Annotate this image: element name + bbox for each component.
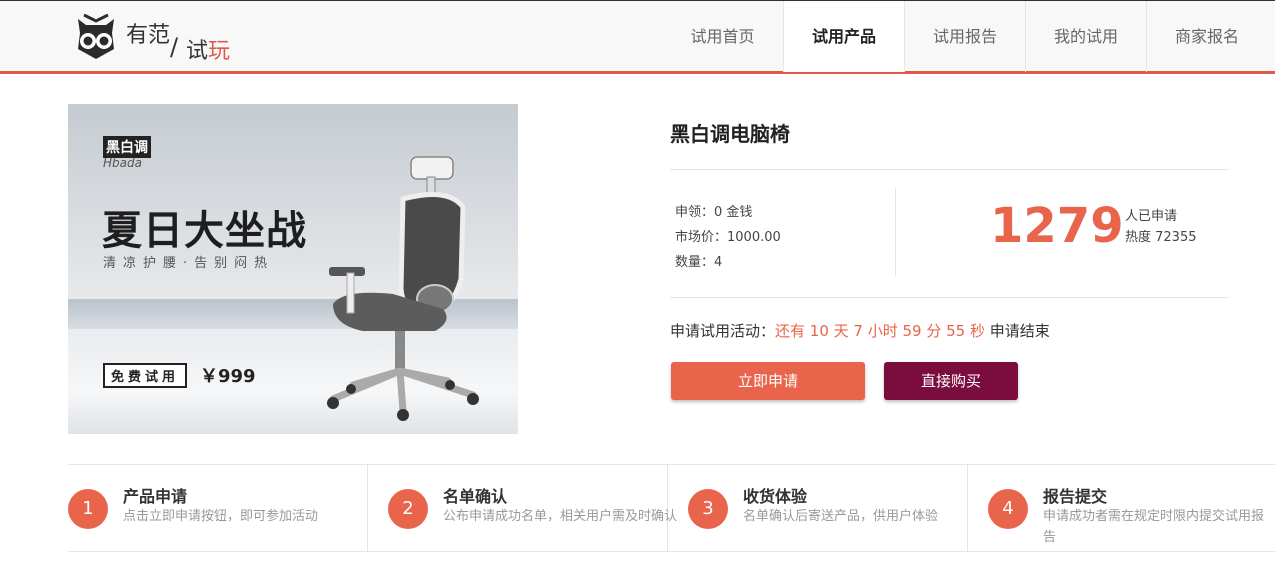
logo-text-1: 有范 [126,23,171,48]
applicants-label: 人已申请 [1125,209,1178,224]
divider [670,297,1229,298]
nav-item-reports[interactable]: 试用报告 [904,1,1025,72]
step-description: 名单确认后寄送产品，供用户体验 [743,509,939,524]
step-title: 收货体验 [743,487,808,506]
brand-name-en: Hbada [103,156,142,170]
site-logo[interactable]: 有范 / 试玩 [74,11,244,64]
step-description: 点击立即申请按钮，即可参加活动 [123,509,319,524]
step-title: 报告提交 [1043,487,1108,506]
count-labels: 人已申请 热度 72355 [1125,206,1197,248]
apply-now-button[interactable]: 立即申请 [671,362,865,400]
office-chair-image [327,156,479,421]
divider [670,169,1229,170]
step-item: 1 产品申请 点击立即申请按钮，即可参加活动 [68,465,368,551]
step-title: 名单确认 [443,487,508,506]
brand-logo: 黑白调 [103,136,151,158]
free-trial-tag: 免费试用 [103,363,188,388]
heat-value: 热度 72355 [1125,230,1197,245]
process-steps: 1 产品申请 点击立即申请按钮，即可参加活动 2 名单确认 公布申请成功名单，相… [68,464,1275,552]
banner-price: ￥999 [200,366,256,387]
site-header: 有范 / 试玩 试用首页 试用产品 试用报告 我的试用 商家报名 [0,0,1275,74]
main-nav: 试用首页 试用产品 试用报告 我的试用 商家报名 [662,1,1267,72]
logo-text-2: 试玩 [186,39,231,64]
countdown-prefix: 申请试用活动： [670,322,776,340]
countdown-timer: 还有 10 天 7 小时 59 分 55 秒 [775,322,985,340]
nav-item-merchant-signup[interactable]: 商家报名 [1146,1,1267,72]
owl-icon [78,13,114,59]
step-description: 公布申请成功名单，相关用户需及时确认 [443,509,678,524]
nav-item-my-trials[interactable]: 我的试用 [1025,1,1146,72]
logo-slash: / [170,33,179,61]
step-number: 3 [688,489,728,529]
step-number: 4 [988,489,1028,529]
buy-now-button[interactable]: 直接购买 [884,362,1018,400]
divider-vertical [895,188,896,276]
countdown-suffix: 申请结束 [984,322,1050,340]
step-number: 1 [68,489,108,529]
market-price: 市场价：1000.00 [675,230,781,245]
step-item: 4 报告提交 申请成功者需在规定时限内提交试用报告 [968,465,1275,551]
step-number: 2 [388,489,428,529]
step-title: 产品申请 [123,487,188,506]
step-description: 申请成功者需在规定时限内提交试用报告 [1043,509,1265,545]
applicant-count: 1279 [990,198,1124,254]
product-stats: 申领：0 金钱 市场价：1000.00 数量：4 [675,200,781,275]
step-item: 3 收货体验 名单确认后寄送产品，供用户体验 [668,465,968,551]
banner-subline: 清凉护腰·告别闷热 [103,256,275,271]
step-item: 2 名单确认 公布申请成功名单，相关用户需及时确认 [368,465,677,551]
apply-cost: 申领：0 金钱 [675,205,753,220]
quantity: 数量：4 [675,255,723,270]
countdown: 申请试用活动：还有 10 天 7 小时 59 分 55 秒 申请结束 [670,320,1050,341]
nav-item-products[interactable]: 试用产品 [783,1,904,72]
nav-item-home[interactable]: 试用首页 [662,1,783,72]
product-image: 黑白调 Hbada 夏日大坐战 清凉护腰·告别闷热 免费试用 ￥999 [68,104,518,434]
product-title: 黑白调电脑椅 [670,122,790,146]
banner-headline: 夏日大坐战 [102,208,307,254]
